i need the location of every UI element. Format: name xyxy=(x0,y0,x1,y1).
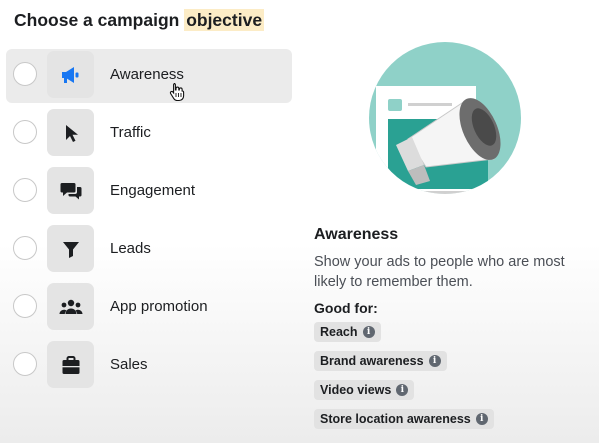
objective-label-leads: Leads xyxy=(110,240,151,257)
radio-app-promotion[interactable] xyxy=(13,294,37,318)
cursor-arrow-icon xyxy=(47,109,94,156)
info-icon[interactable]: i xyxy=(428,355,441,367)
radio-awareness[interactable] xyxy=(13,62,37,86)
info-icon[interactable]: i xyxy=(362,326,375,338)
objective-list: Awareness Traffic Engagement Leads App p… xyxy=(6,49,292,397)
objective-option-awareness[interactable]: Awareness xyxy=(6,49,292,103)
detail-title: Awareness xyxy=(314,226,399,243)
shopping-bag-icon xyxy=(47,341,94,388)
objective-option-app-promotion[interactable]: App promotion xyxy=(6,281,292,335)
objective-option-traffic[interactable]: Traffic xyxy=(6,107,292,161)
chip-label: Store location awareness xyxy=(320,412,471,426)
objective-label-sales: Sales xyxy=(110,356,148,373)
chip-label: Reach xyxy=(320,325,358,339)
good-for-list: Reach i Brand awareness i Video views i Sto… xyxy=(314,322,594,438)
radio-engagement[interactable] xyxy=(13,178,37,202)
good-for-label: Good for: xyxy=(314,300,378,316)
objective-label-app-promotion: App promotion xyxy=(110,298,208,315)
good-for-chip: Store location awareness i xyxy=(314,409,494,429)
funnel-icon xyxy=(47,225,94,272)
objective-label-engagement: Engagement xyxy=(110,182,196,199)
hand-pointer-cursor-icon xyxy=(169,82,185,107)
objective-label-traffic: Traffic xyxy=(110,124,151,141)
chip-label: Brand awareness xyxy=(320,354,424,368)
good-for-chip: Video views i xyxy=(314,380,415,400)
good-for-chip: Brand awareness i xyxy=(314,351,447,371)
info-icon[interactable]: i xyxy=(396,384,409,396)
radio-sales[interactable] xyxy=(13,352,37,376)
people-group-icon xyxy=(47,283,94,330)
objective-detail-panel: Awareness Show your ads to people who ar… xyxy=(314,226,594,438)
radio-leads[interactable] xyxy=(13,236,37,260)
chat-bubbles-icon xyxy=(47,167,94,214)
detail-description: Show your ads to people who are most lik… xyxy=(314,254,565,290)
title-highlight: objective xyxy=(184,9,265,31)
objective-label-awareness: Awareness xyxy=(110,66,184,83)
awareness-illustration xyxy=(368,41,522,195)
megaphone-icon xyxy=(47,51,94,98)
chip-label: Video views xyxy=(320,383,392,397)
good-for-chip: Reach i xyxy=(314,322,381,342)
objective-option-sales[interactable]: Sales xyxy=(6,339,292,393)
info-icon[interactable]: i xyxy=(475,413,488,425)
page-title: Choose a campaign objective xyxy=(14,9,265,31)
radio-traffic[interactable] xyxy=(13,120,37,144)
objective-option-engagement[interactable]: Engagement xyxy=(6,165,292,219)
objective-option-leads[interactable]: Leads xyxy=(6,223,292,277)
title-prefix: Choose a campaign xyxy=(14,10,185,30)
